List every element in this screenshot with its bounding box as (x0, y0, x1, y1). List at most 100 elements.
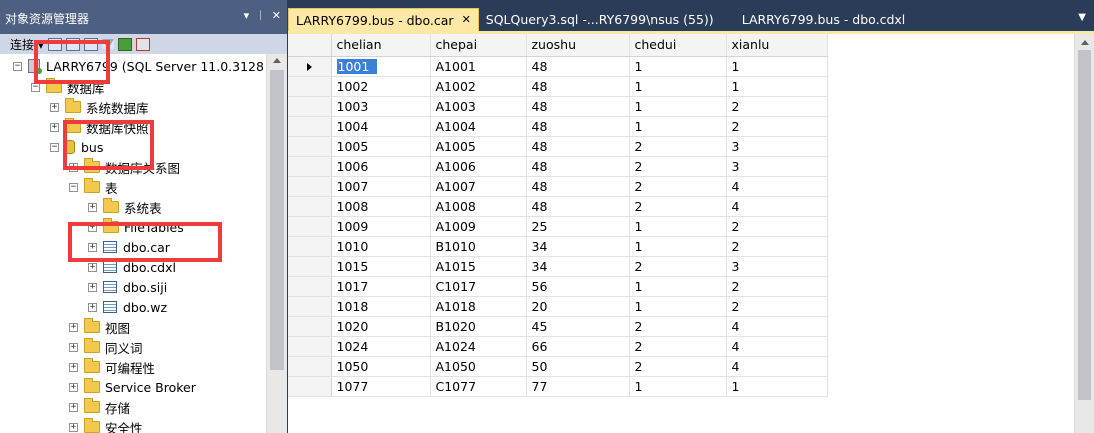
table-cell-zuoshu[interactable]: 45 (526, 316, 630, 337)
tab-dbo-cdxl[interactable]: LARRY6799.bus - dbo.cdxl (735, 8, 913, 32)
column-header-chelian[interactable]: chelian (331, 34, 431, 57)
table-cell-zuoshu[interactable]: 48 (526, 76, 630, 97)
table-cell-zuoshu[interactable]: 77 (526, 376, 630, 397)
close-tab-icon[interactable]: ✕ (462, 13, 471, 26)
table-cell-xianlu[interactable]: 3 (726, 256, 828, 277)
table-cell-chepai[interactable]: A1015 (430, 256, 527, 277)
row-header[interactable] (288, 156, 332, 177)
table-cell-chedui[interactable]: 2 (629, 256, 727, 277)
table-cell-chedui[interactable]: 2 (629, 156, 727, 177)
auto-hide-pin-button[interactable]: ᛁ (257, 9, 264, 22)
expand-toggle[interactable]: + (69, 402, 78, 412)
refresh-icon[interactable] (117, 37, 132, 51)
table-cell-chedui[interactable]: 1 (629, 376, 727, 397)
tree-node-storage[interactable]: + 存储 (69, 397, 130, 417)
table-row[interactable]: 1050 A1050 50 2 4 (288, 356, 828, 377)
table-row[interactable]: 1005 A1005 48 2 3 (288, 136, 828, 157)
column-header-zuoshu[interactable]: zuoshu (526, 34, 630, 57)
table-cell-chepai[interactable]: A1007 (430, 176, 527, 197)
tree-node-synonyms[interactable]: + 同义词 (69, 337, 143, 357)
scroll-thumb[interactable] (270, 70, 284, 370)
tree-node-views[interactable]: + 视图 (69, 317, 130, 337)
table-cell-xianlu[interactable]: 4 (726, 356, 828, 377)
table-row[interactable]: 1018 A1018 20 1 2 (288, 296, 828, 317)
expand-toggle[interactable]: + (50, 122, 59, 132)
table-cell-chedui[interactable]: 2 (629, 136, 727, 157)
table-cell-chedui[interactable]: 1 (629, 76, 727, 97)
column-header-xianlu[interactable]: xianlu (726, 34, 828, 57)
row-header[interactable] (288, 96, 332, 117)
table-cell-chelian[interactable]: 1006 (331, 156, 431, 177)
window-position-button[interactable]: ▾ (244, 9, 250, 22)
expand-toggle[interactable]: + (69, 382, 78, 392)
table-cell-chelian[interactable]: 1015 (331, 256, 431, 277)
table-cell-chepai[interactable]: A1004 (430, 116, 527, 137)
table-cell-chelian[interactable]: 1008 (331, 196, 431, 217)
table-cell-zuoshu[interactable]: 66 (526, 336, 630, 357)
tree-node-dbo-wz[interactable]: + dbo.wz (88, 297, 167, 317)
table-cell-zuoshu[interactable]: 20 (526, 296, 630, 317)
table-cell-chelian[interactable]: 1010 (331, 236, 431, 257)
row-header[interactable] (288, 216, 332, 237)
table-cell-zuoshu[interactable]: 25 (526, 216, 630, 237)
activity-monitor-icon[interactable] (135, 37, 150, 51)
table-cell-chepai[interactable]: A1008 (430, 196, 527, 217)
table-row[interactable]: 1020 B1020 45 2 4 (288, 316, 828, 337)
table-cell-zuoshu[interactable]: 48 (526, 116, 630, 137)
row-header[interactable] (288, 296, 332, 317)
table-cell-chedui[interactable]: 1 (629, 56, 727, 77)
row-header[interactable] (288, 276, 332, 297)
expand-toggle[interactable]: + (69, 322, 78, 332)
table-cell-xianlu[interactable]: 2 (726, 96, 828, 117)
table-cell-chepai[interactable]: C1077 (430, 376, 527, 397)
table-cell-chelian[interactable]: 1004 (331, 116, 431, 137)
current-row-indicator[interactable] (288, 56, 332, 77)
table-row[interactable]: 1009 A1009 25 1 2 (288, 216, 828, 237)
table-cell-xianlu[interactable]: 3 (726, 156, 828, 177)
row-header[interactable] (288, 336, 332, 357)
table-cell-chedui[interactable]: 1 (629, 236, 727, 257)
table-cell-xianlu[interactable]: 1 (726, 56, 828, 77)
object-explorer-scrollbar[interactable] (266, 54, 287, 433)
tree-node-programmability[interactable]: + 可编程性 (69, 357, 155, 377)
table-cell-zuoshu[interactable]: 48 (526, 136, 630, 157)
table-cell-chedui[interactable]: 2 (629, 356, 727, 377)
row-header[interactable] (288, 116, 332, 137)
close-panel-button[interactable]: ✕ (272, 9, 281, 22)
table-row[interactable]: 1004 A1004 48 1 2 (288, 116, 828, 137)
table-cell-zuoshu[interactable]: 50 (526, 356, 630, 377)
tab-list-dropdown-icon[interactable]: ▼ (1078, 12, 1086, 23)
table-cell-chepai[interactable]: A1005 (430, 136, 527, 157)
table-cell-chelian[interactable]: 1001 (331, 56, 431, 77)
table-cell-zuoshu[interactable]: 48 (526, 196, 630, 217)
table-cell-chepai[interactable]: A1009 (430, 216, 527, 237)
table-cell-xianlu[interactable]: 1 (726, 76, 828, 97)
table-cell-xianlu[interactable]: 2 (726, 216, 828, 237)
tree-node-security[interactable]: + 安全性 (69, 417, 143, 433)
table-cell-chedui[interactable]: 1 (629, 96, 727, 117)
column-header-chedui[interactable]: chedui (629, 34, 727, 57)
table-row[interactable]: 1010 B1010 34 1 2 (288, 236, 828, 257)
scroll-thumb[interactable] (1078, 50, 1091, 400)
tab-sqlquery3[interactable]: SQLQuery3.sql -...RY6799\nsus (55)) (479, 8, 721, 32)
table-cell-chepai[interactable]: A1006 (430, 156, 527, 177)
tab-dbo-car[interactable]: LARRY6799.bus - dbo.car ✕ (288, 8, 479, 32)
table-cell-chedui[interactable]: 2 (629, 316, 727, 337)
expand-toggle[interactable]: + (69, 422, 78, 432)
table-cell-chepai[interactable]: A1003 (430, 96, 527, 117)
table-cell-chelian[interactable]: 1017 (331, 276, 431, 297)
table-cell-zuoshu[interactable]: 48 (526, 96, 630, 117)
table-cell-chedui[interactable]: 2 (629, 176, 727, 197)
scroll-up-arrow[interactable] (273, 58, 281, 63)
tree-node-system-tables[interactable]: + 系统表 (88, 197, 162, 217)
table-cell-chepai[interactable]: A1050 (430, 356, 527, 377)
row-header[interactable] (288, 356, 332, 377)
expand-toggle[interactable]: + (88, 282, 97, 292)
table-cell-chepai[interactable]: B1020 (430, 316, 527, 337)
table-cell-zuoshu[interactable]: 48 (526, 176, 630, 197)
table-cell-chedui[interactable]: 1 (629, 216, 727, 237)
table-row[interactable]: 1024 A1024 66 2 4 (288, 336, 828, 357)
table-cell-chelian[interactable]: 1009 (331, 216, 431, 237)
table-row[interactable]: 1006 A1006 48 2 3 (288, 156, 828, 177)
table-cell-chepai[interactable]: B1010 (430, 236, 527, 257)
